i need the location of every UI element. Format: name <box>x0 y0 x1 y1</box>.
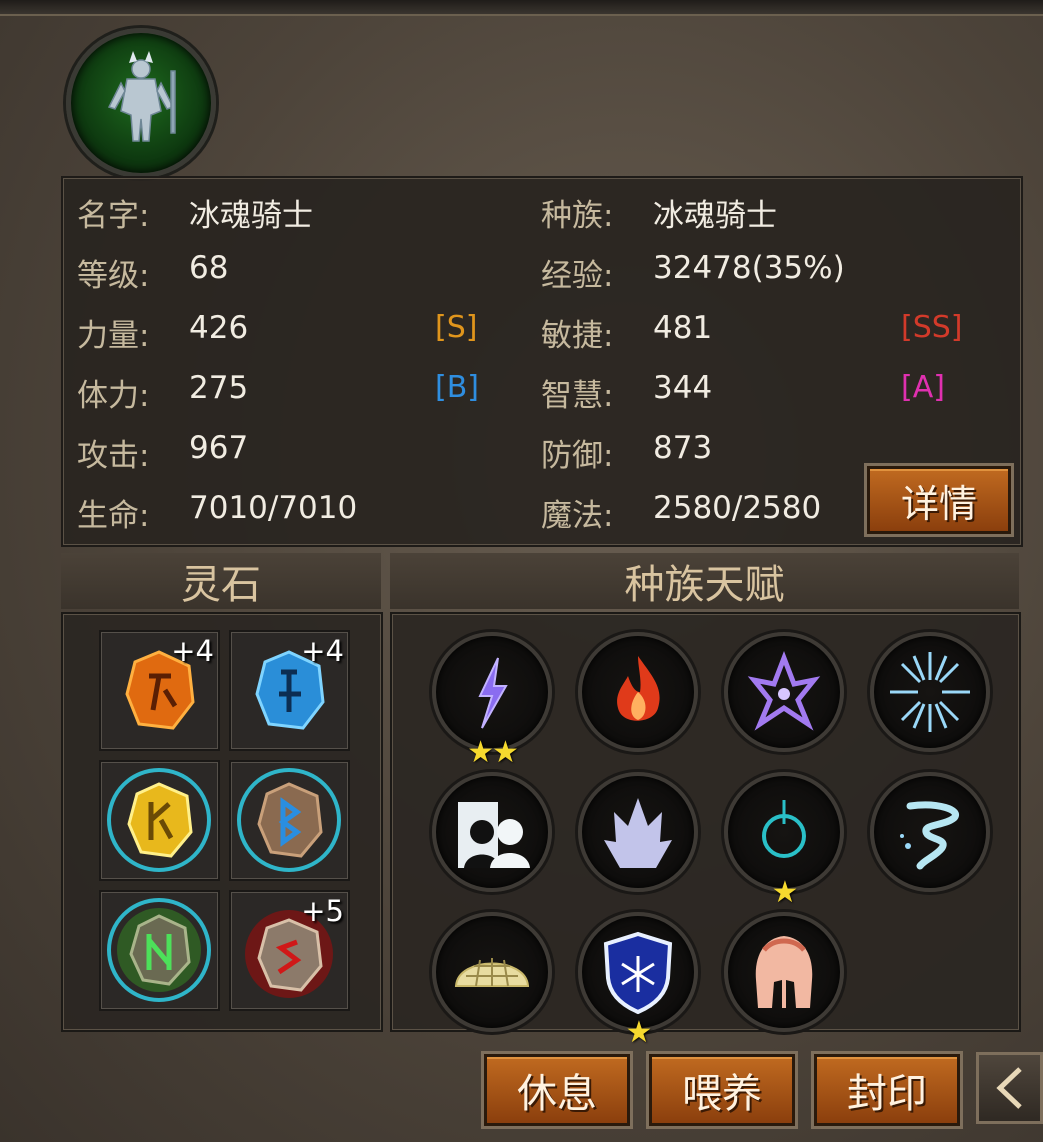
race-label: 种族: <box>541 198 614 234</box>
exp-value: 32478(35%) <box>653 250 845 286</box>
back-button[interactable] <box>976 1052 1043 1124</box>
talent-frost-burst[interactable] <box>870 632 990 752</box>
talent-spartan-helmet[interactable] <box>724 912 844 1032</box>
whirlwind-icon <box>900 801 960 870</box>
wisdom-value: 344 <box>653 370 713 406</box>
agility-value: 481 <box>653 310 713 346</box>
mp-value: 2580/2580 <box>653 490 822 526</box>
seal-button[interactable]: 封印 <box>814 1054 960 1126</box>
exp-label: 经验: <box>541 258 614 294</box>
spirit-stone-panel: +4 +4 +5 <box>61 612 383 1032</box>
stats-panel: 名字: 冰魂骑士 种族: 冰魂骑士 等级: 68 经验: 32478(35%) … <box>61 176 1023 547</box>
frost-burst-icon <box>890 652 970 732</box>
chevron-left-icon <box>995 1067 1022 1109</box>
strength-value: 426 <box>189 310 249 346</box>
name-value: 冰魂骑士 <box>189 198 313 234</box>
talent-lightning[interactable]: ★★ <box>432 632 552 770</box>
agility-label: 敏捷: <box>541 318 614 354</box>
stone-plus-label: +4 <box>301 634 344 668</box>
mp-label: 魔法: <box>541 498 614 534</box>
spirit-stone-slot-3[interactable] <box>99 760 220 881</box>
details-button[interactable]: 详情 <box>867 466 1011 534</box>
race-talent-title: 种族天赋 <box>390 553 1019 609</box>
talent-power-ring[interactable]: ★ <box>724 772 844 910</box>
spirit-stone-slot-1[interactable]: +4 <box>99 630 220 751</box>
ice-crystal-icon <box>604 798 672 868</box>
strength-label: 力量: <box>77 318 150 354</box>
purple-emblem-icon <box>747 651 821 731</box>
green-rune-stone-icon <box>107 898 211 1002</box>
attack-label: 攻击: <box>77 438 150 474</box>
spirit-stone-slot-4[interactable] <box>229 760 350 881</box>
attack-value: 967 <box>189 430 249 466</box>
hp-label: 生命: <box>77 498 150 534</box>
top-bar <box>0 0 1043 16</box>
spirit-stone-slot-2[interactable]: +4 <box>229 630 350 751</box>
name-label: 名字: <box>77 198 150 234</box>
rest-button[interactable]: 休息 <box>484 1054 630 1126</box>
hp-value: 7010/7010 <box>189 490 358 526</box>
talent-stars: ★★ <box>467 735 519 770</box>
wisdom-grade: [A] <box>901 370 945 405</box>
defense-label: 防御: <box>541 438 614 474</box>
talent-whirlwind[interactable] <box>870 772 990 892</box>
stone-plus-label: +5 <box>301 894 344 928</box>
level-value: 68 <box>189 250 229 286</box>
spartan-helmet-icon <box>755 936 813 1008</box>
stamina-value: 275 <box>189 370 249 406</box>
talent-stars: ★ <box>771 875 799 910</box>
bronze-rune-stone-icon <box>237 768 341 872</box>
turtle-shell-icon <box>454 958 530 987</box>
feed-button[interactable]: 喂养 <box>649 1054 795 1126</box>
stamina-grade: [B] <box>435 370 479 405</box>
fire-icon <box>617 656 660 721</box>
spirit-stone-slot-5[interactable] <box>99 890 220 1011</box>
snowflake-shield-icon <box>603 931 673 1015</box>
spirit-stone-title: 灵石 <box>61 553 381 609</box>
spirit-stone-slot-6[interactable]: +5 <box>229 890 350 1011</box>
defense-value: 873 <box>653 430 713 466</box>
race-talent-panel: ★★ ★ ★ <box>390 612 1021 1050</box>
talent-fire[interactable] <box>578 632 698 752</box>
silhouettes-icon <box>458 802 530 868</box>
agility-grade: [SS] <box>901 310 963 345</box>
talent-turtle-shell[interactable] <box>432 912 552 1032</box>
stone-plus-label: +4 <box>171 634 214 668</box>
stamina-label: 体力: <box>77 378 150 414</box>
power-ring-icon <box>762 800 806 858</box>
talent-ice-crystal[interactable] <box>578 772 698 892</box>
race-value: 冰魂骑士 <box>653 198 777 234</box>
strength-grade: [S] <box>435 310 478 345</box>
gold-rune-stone-icon <box>107 768 211 872</box>
wisdom-label: 智慧: <box>541 378 614 414</box>
talent-emblem[interactable] <box>724 632 844 752</box>
lightning-icon <box>478 657 508 729</box>
talent-silhouettes[interactable] <box>432 772 552 892</box>
talent-stars: ★ <box>625 1015 653 1050</box>
character-portrait[interactable] <box>66 28 216 178</box>
level-label: 等级: <box>77 258 150 294</box>
talent-snowflake-shield[interactable]: ★ <box>578 912 698 1050</box>
ice-knight-avatar-icon <box>107 51 176 142</box>
